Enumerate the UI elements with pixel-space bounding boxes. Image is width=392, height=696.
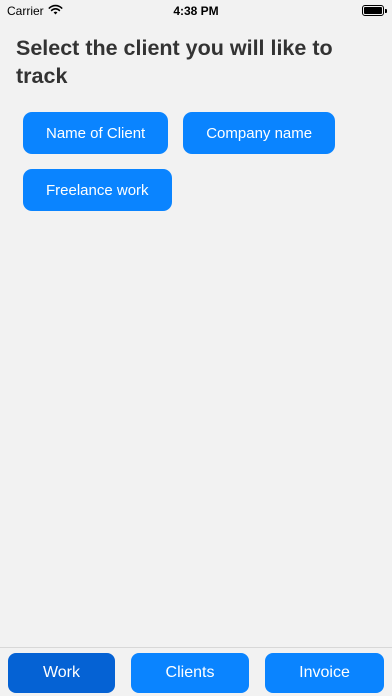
client-button-company-name[interactable]: Company name — [183, 112, 336, 154]
client-list: Name of Client Company name Freelance wo… — [23, 112, 373, 211]
status-time: 4:38 PM — [173, 4, 219, 18]
client-button-freelance-work[interactable]: Freelance work — [23, 169, 172, 211]
tab-invoice[interactable]: Invoice — [265, 653, 384, 693]
battery-icon — [362, 5, 387, 16]
status-bar: Carrier 4:38 PM — [0, 0, 392, 20]
client-button-name-of-client[interactable]: Name of Client — [23, 112, 169, 154]
page-title: Select the client you will like to track — [16, 36, 333, 88]
tab-bar: Work Clients Invoice — [0, 647, 392, 696]
battery-level — [364, 7, 382, 14]
tab-work[interactable]: Work — [8, 653, 115, 693]
screen: Carrier 4:38 PM Select the client you wi… — [0, 0, 392, 696]
tab-clients[interactable]: Clients — [131, 653, 249, 693]
battery-nub — [385, 9, 387, 13]
